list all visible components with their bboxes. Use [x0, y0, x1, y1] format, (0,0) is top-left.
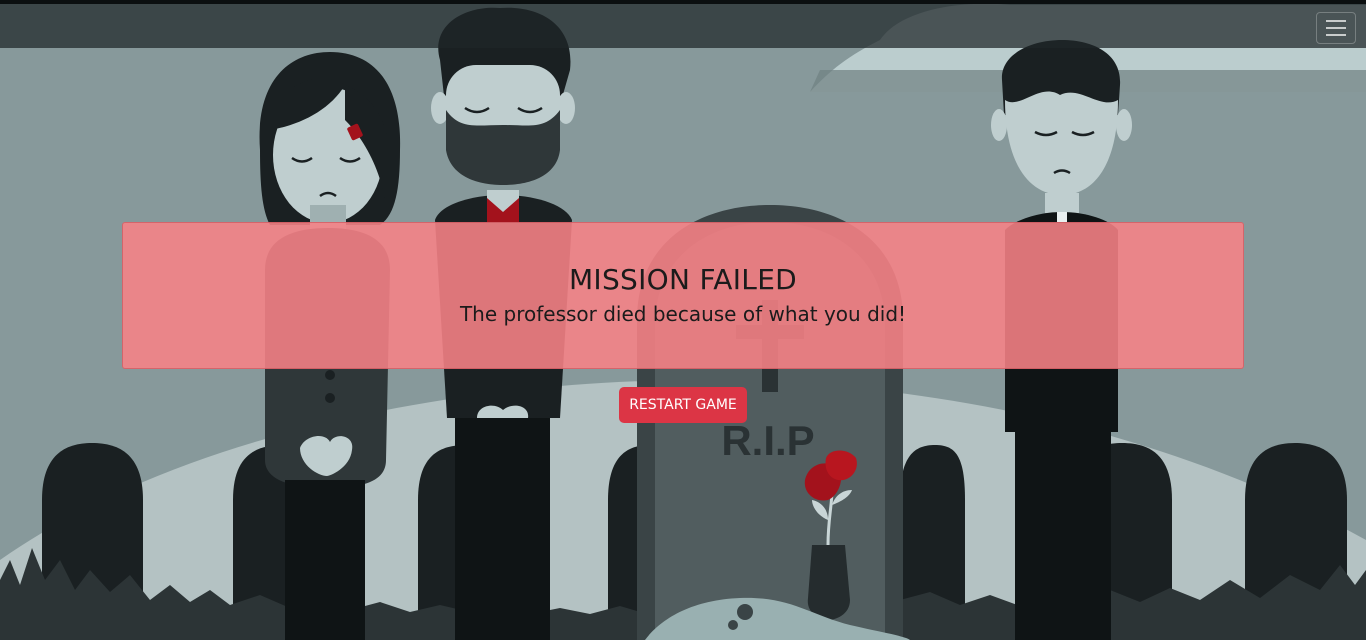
alert-message: The professor died because of what you d…: [459, 302, 907, 326]
mission-failed-alert: MISSION FAILED The professor died becaus…: [122, 222, 1244, 369]
menu-toggle-button[interactable]: [1316, 12, 1356, 44]
alert-title: MISSION FAILED: [568, 263, 798, 296]
restart-game-button[interactable]: RESTART GAME: [619, 387, 747, 423]
top-navbar: [0, 0, 1366, 48]
tombstone-text: R.I.P: [721, 417, 814, 464]
menu-icon: [1326, 20, 1346, 22]
